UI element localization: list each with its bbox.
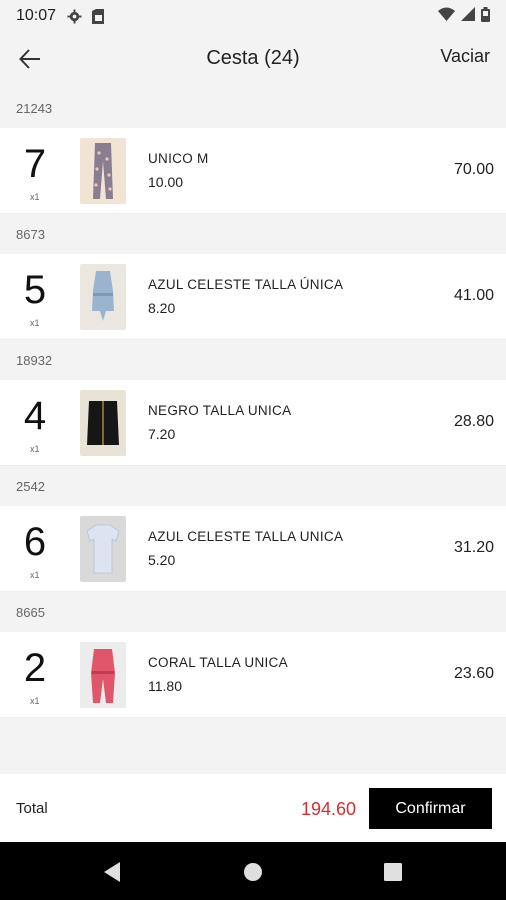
item-unit-price: 10.00: [148, 174, 184, 190]
product-thumbnail: [80, 389, 126, 456]
quantity-box[interactable]: 7 x1: [0, 128, 70, 214]
cart-footer: Total 194.60 Confirmar: [0, 774, 506, 842]
item-line-total: 70.00: [453, 161, 494, 178]
navigation-bar: [0, 842, 506, 900]
total-label: Total: [16, 799, 48, 817]
item-reference: 8673: [0, 214, 506, 254]
item-quantity: 2: [23, 645, 47, 690]
quantity-box[interactable]: 2 x1: [0, 632, 70, 718]
item-quantity: 4: [23, 393, 47, 438]
item-unit: x1: [30, 317, 40, 328]
product-thumbnail: [80, 263, 126, 330]
item-unit-price: 7.20: [148, 426, 176, 442]
nav-recents-button[interactable]: [380, 859, 406, 885]
quantity-box[interactable]: 5 x1: [0, 254, 70, 340]
product-thumbnail: [80, 641, 126, 708]
item-unit: x1: [30, 569, 40, 580]
back-triangle-icon: [104, 862, 120, 882]
cart-item[interactable]: 7 x1 UNICO M 10.00 70.00: [0, 128, 506, 214]
item-unit: x1: [30, 695, 40, 706]
status-bar: 10:07: [0, 0, 506, 32]
item-unit-price: 11.80: [148, 678, 182, 694]
confirm-button[interactable]: Confirmar: [369, 788, 492, 829]
cart-list: 21243 7 x1 UNICO M 10.00 70.00 8673 5 x1: [0, 88, 506, 718]
clear-cart-button[interactable]: Vaciar: [440, 46, 490, 67]
item-quantity: 6: [23, 519, 47, 564]
item-quantity: 5: [23, 267, 47, 312]
item-quantity: 7: [23, 141, 47, 186]
nav-home-button[interactable]: [240, 859, 266, 885]
item-unit: x1: [30, 443, 40, 454]
item-variant: NEGRO TALLA UNICA: [148, 403, 292, 418]
nav-back-button[interactable]: [99, 859, 125, 885]
cart-item[interactable]: 5 x1 AZUL CELESTE TALLA ÚNICA 8.20 41.00: [0, 254, 506, 340]
item-line-total: 41.00: [453, 287, 494, 304]
item-variant: UNICO M: [148, 151, 209, 166]
back-button[interactable]: [14, 44, 46, 74]
cart-item[interactable]: 6 x1 AZUL CELESTE TALLA UNICA 5.20 31.20: [0, 506, 506, 592]
product-thumbnail: [80, 137, 126, 204]
arrow-left-icon: [19, 49, 40, 69]
quantity-box[interactable]: 6 x1: [0, 506, 70, 592]
status-time: 10:07: [16, 7, 57, 24]
signal-icon: [461, 7, 475, 25]
item-reference: 2542: [0, 466, 506, 506]
item-line-total: 31.20: [453, 539, 494, 556]
item-reference: 21243: [0, 88, 506, 128]
page-title: Cesta (24): [206, 47, 300, 69]
wifi-icon: [438, 7, 455, 25]
item-line-total: 23.60: [453, 665, 494, 682]
item-variant: CORAL TALLA UNICA: [148, 655, 288, 670]
item-unit-price: 5.20: [148, 552, 176, 568]
gear-icon: [66, 8, 82, 24]
quantity-box[interactable]: 4 x1: [0, 380, 70, 466]
recents-square-icon: [384, 863, 402, 881]
home-circle-icon: [244, 863, 262, 881]
battery-icon: [481, 6, 490, 26]
total-value: 194.60: [300, 799, 356, 819]
item-unit-price: 8.20: [148, 300, 176, 316]
sim-card-icon: [90, 8, 106, 24]
product-thumbnail: [80, 515, 126, 582]
item-variant: AZUL CELESTE TALLA UNICA: [148, 529, 344, 544]
item-variant: AZUL CELESTE TALLA ÚNICA: [148, 277, 344, 292]
cart-item[interactable]: 2 x1 CORAL TALLA UNICA 11.80 23.60: [0, 632, 506, 718]
cart-item[interactable]: 4 x1 NEGRO TALLA UNICA 7.20 28.80: [0, 380, 506, 466]
app-bar: Cesta (24) Vaciar: [0, 32, 506, 86]
item-line-total: 28.80: [453, 413, 494, 430]
item-reference: 8665: [0, 592, 506, 632]
item-reference: 18932: [0, 340, 506, 380]
item-unit: x1: [30, 191, 40, 202]
